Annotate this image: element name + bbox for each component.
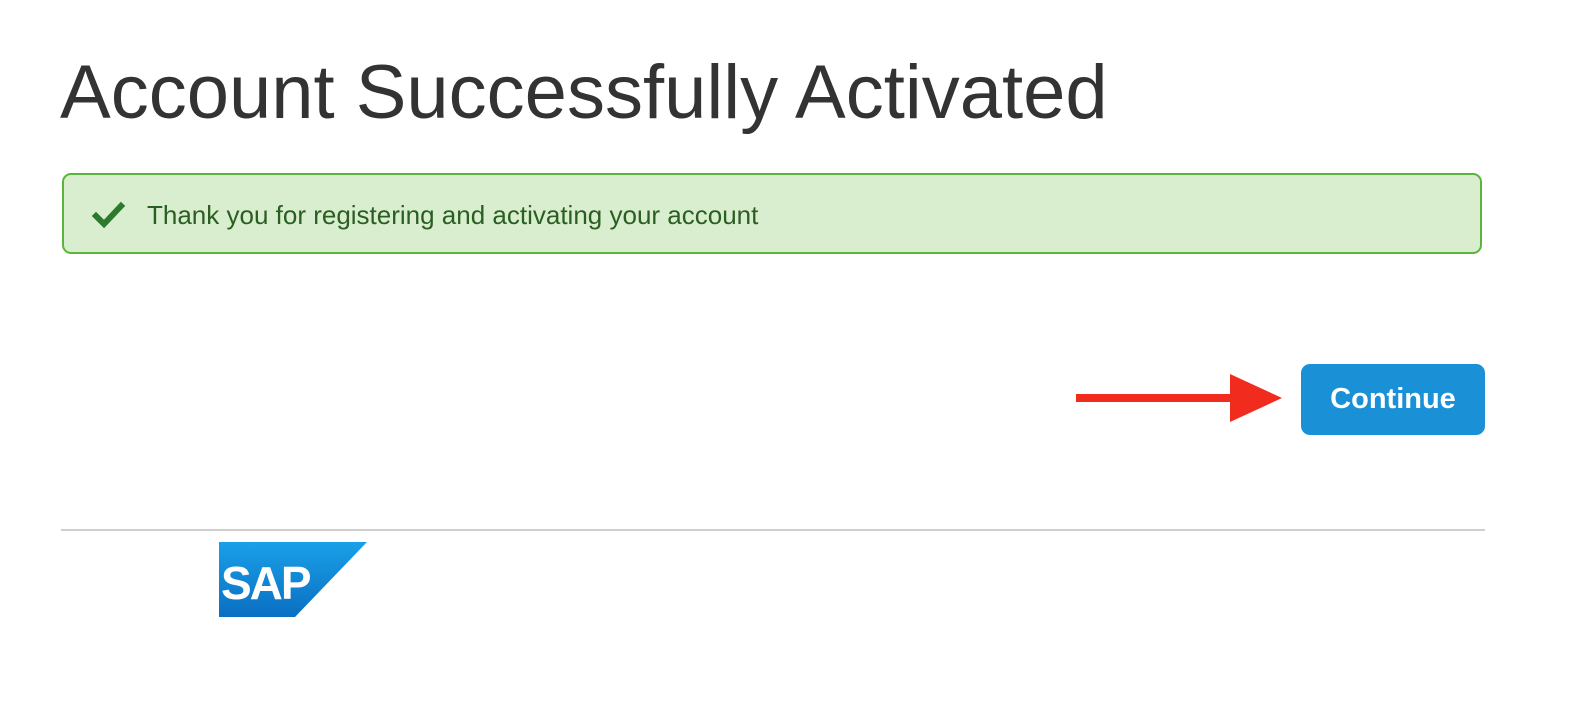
continue-button[interactable]: Continue: [1301, 364, 1485, 435]
page-title: Account Successfully Activated: [60, 50, 1108, 135]
footer-divider: [61, 529, 1485, 531]
alert-message: Thank you for registering and activating…: [147, 200, 759, 230]
right-arrow-icon: [1074, 370, 1286, 426]
sap-logo: SAP R: [219, 542, 367, 617]
checkmark-icon: [91, 198, 126, 232]
svg-text:SAP: SAP: [221, 557, 311, 609]
success-alert: Thank you for registering and activating…: [62, 173, 1482, 254]
svg-text:R: R: [312, 609, 317, 615]
